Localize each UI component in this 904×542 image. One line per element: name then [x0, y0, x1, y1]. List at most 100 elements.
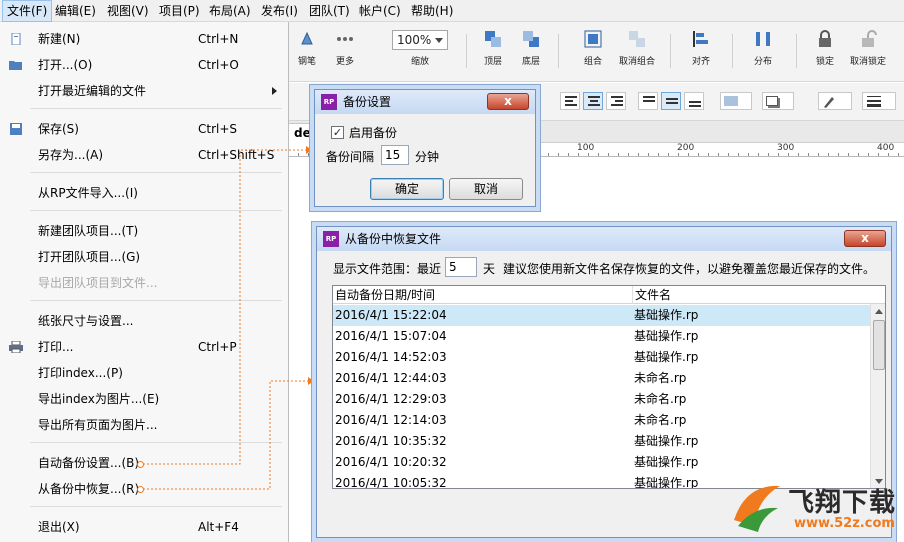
menu-restore-from-backup[interactable]: 从备份中恢复...(R)	[0, 476, 289, 502]
align-text-center-button[interactable]	[583, 92, 603, 110]
valign-top-button[interactable]	[638, 92, 658, 110]
shadow-button[interactable]	[762, 92, 794, 110]
pen-icon	[301, 31, 313, 45]
zoom-label: 缩放	[410, 57, 429, 67]
chevron-down-icon	[435, 38, 443, 43]
table-row[interactable]: 2016/4/1 12:29:03 未命名.rp	[333, 389, 871, 410]
zoom-control[interactable]: 100% 缩放	[392, 30, 448, 67]
table-row[interactable]: 2016/4/1 15:22:04 基础操作.rp	[333, 305, 871, 326]
annotation-dot	[137, 461, 144, 468]
dialog-title-bar[interactable]: RP 从备份中恢复文件 x	[317, 227, 891, 251]
row-file: 基础操作.rp	[634, 350, 699, 364]
ungroup-button[interactable]: 取消组合	[616, 30, 658, 67]
menu-layout[interactable]: 布局(A)	[205, 0, 255, 22]
menu-auto-backup-settings[interactable]: 自动备份设置...(B)	[0, 450, 289, 476]
menu-new-team-label: 新建团队项目...(T)	[38, 224, 139, 238]
ok-button[interactable]: 确定	[370, 178, 444, 200]
cancel-button[interactable]: 取消	[449, 178, 523, 200]
fill-color-button[interactable]	[720, 92, 752, 110]
menu-new-team[interactable]: 新建团队项目...(T)	[0, 218, 289, 244]
menu-account[interactable]: 帐户(C)	[355, 0, 405, 22]
send-to-bottom-button[interactable]: 底层	[516, 30, 546, 67]
pen-tool[interactable]: 钢笔	[292, 30, 322, 67]
menu-export-index-image[interactable]: 导出index为图片...(E)	[0, 386, 289, 412]
unlock-button[interactable]: 取消锁定	[846, 30, 890, 67]
close-button[interactable]: x	[487, 93, 529, 110]
menu-team[interactable]: 团队(T)	[305, 0, 354, 22]
align-text-left-button[interactable]	[560, 92, 580, 110]
menu-export-all-label: 导出所有页面为图片...	[38, 418, 158, 432]
site-watermark: 飞翔下载 www.52z.com	[724, 478, 900, 538]
menu-import-rp[interactable]: 从RP文件导入...(I)	[0, 180, 289, 206]
menu-project[interactable]: 项目(P)	[155, 0, 204, 22]
row-date: 2016/4/1 12:29:03	[335, 392, 447, 406]
menu-exit[interactable]: 退出(X) Alt+F4	[0, 514, 289, 540]
toolbar-divider	[466, 34, 467, 68]
toolbar-divider	[796, 34, 797, 68]
range-days-input[interactable]: 5	[445, 257, 477, 277]
menu-help[interactable]: 帮助(H)	[407, 0, 457, 22]
valign-middle-button[interactable]	[661, 92, 681, 110]
row-date: 2016/4/1 14:52:03	[335, 350, 447, 364]
table-row[interactable]: 2016/4/1 10:20:32 基础操作.rp	[333, 452, 871, 473]
line-width-button[interactable]	[862, 92, 896, 110]
close-button[interactable]: x	[844, 230, 886, 247]
column-header-date[interactable]: 自动备份日期/时间	[333, 286, 633, 304]
menu-new[interactable]: 新建(N) Ctrl+N	[0, 26, 289, 52]
table-row[interactable]: 2016/4/1 15:07:04 基础操作.rp	[333, 326, 871, 347]
table-row[interactable]: 2016/4/1 14:52:03 基础操作.rp	[333, 347, 871, 368]
lock-button[interactable]: 锁定	[810, 30, 840, 67]
row-date: 2016/4/1 12:14:03	[335, 413, 447, 427]
more-tool[interactable]: 更多	[330, 30, 360, 67]
interval-unit: 分钟	[415, 150, 440, 164]
line-color-button[interactable]	[818, 92, 852, 110]
menu-open[interactable]: 打开...(O) Ctrl+O	[0, 52, 289, 78]
zoom-value: 100%	[397, 33, 432, 47]
row-file: 未命名.rp	[634, 371, 687, 385]
group-icon	[584, 30, 602, 48]
lock-label: 锁定	[815, 57, 834, 67]
menu-save-as[interactable]: 另存为...(A) Ctrl+Shift+S	[0, 142, 289, 168]
menu-export-all-images[interactable]: 导出所有页面为图片...	[0, 412, 289, 438]
menu-save-shortcut: Ctrl+S	[198, 122, 238, 136]
valign-bottom-button[interactable]	[684, 92, 704, 110]
menu-file[interactable]: 文件(F)	[2, 0, 53, 22]
align-button[interactable]: 对齐	[686, 30, 716, 67]
bring-to-top-button[interactable]: 顶层	[478, 30, 508, 67]
menu-page-setup-label: 纸张尺寸与设置...	[38, 314, 134, 328]
pen-label: 钢笔	[297, 57, 316, 67]
ruler-tick-label: 400	[877, 143, 895, 153]
menu-print[interactable]: 打印... Ctrl+P	[0, 334, 289, 360]
menu-edit[interactable]: 编辑(E)	[51, 0, 100, 22]
zoom-select[interactable]: 100%	[392, 30, 448, 50]
menu-open-recent[interactable]: 打开最近编辑的文件	[0, 78, 289, 104]
menu-view[interactable]: 视图(V)	[103, 0, 153, 22]
menu-save[interactable]: 保存(S) Ctrl+S	[0, 116, 289, 142]
scroll-up-icon[interactable]	[875, 309, 883, 314]
backup-interval-input[interactable]: 15	[381, 145, 409, 165]
menu-restore-label: 从备份中恢复...(R)	[38, 482, 140, 496]
toolbar-divider	[732, 34, 733, 68]
menu-print-index[interactable]: 打印index...(P)	[0, 360, 289, 386]
folder-open-icon	[9, 61, 22, 70]
list-scrollbar[interactable]	[870, 304, 885, 488]
interval-label: 备份间隔	[326, 150, 375, 164]
column-header-filename[interactable]: 文件名	[633, 286, 885, 304]
bottom-label: 底层	[521, 57, 540, 67]
dialog-title-bar[interactable]: RP 备份设置 x	[315, 90, 535, 114]
group-button[interactable]: 组合	[578, 30, 608, 67]
menu-publish[interactable]: 发布(I)	[257, 0, 302, 22]
menu-divider	[30, 172, 282, 173]
enable-backup-checkbox[interactable]: ✓	[331, 126, 344, 139]
table-row[interactable]: 2016/4/1 12:44:03 未命名.rp	[333, 368, 871, 389]
annotation-dot	[137, 486, 144, 493]
table-row[interactable]: 2016/4/1 10:35:32 基础操作.rp	[333, 431, 871, 452]
table-row[interactable]: 2016/4/1 12:14:03 未命名.rp	[333, 410, 871, 431]
menu-print-index-label: 打印index...(P)	[38, 366, 123, 380]
menu-open-team[interactable]: 打开团队项目...(G)	[0, 244, 289, 270]
scrollbar-thumb[interactable]	[873, 320, 885, 370]
menu-open-team-label: 打开团队项目...(G)	[38, 250, 141, 264]
align-text-right-button[interactable]	[606, 92, 626, 110]
distribute-button[interactable]: 分布	[748, 30, 778, 67]
menu-page-setup[interactable]: 纸张尺寸与设置...	[0, 308, 289, 334]
